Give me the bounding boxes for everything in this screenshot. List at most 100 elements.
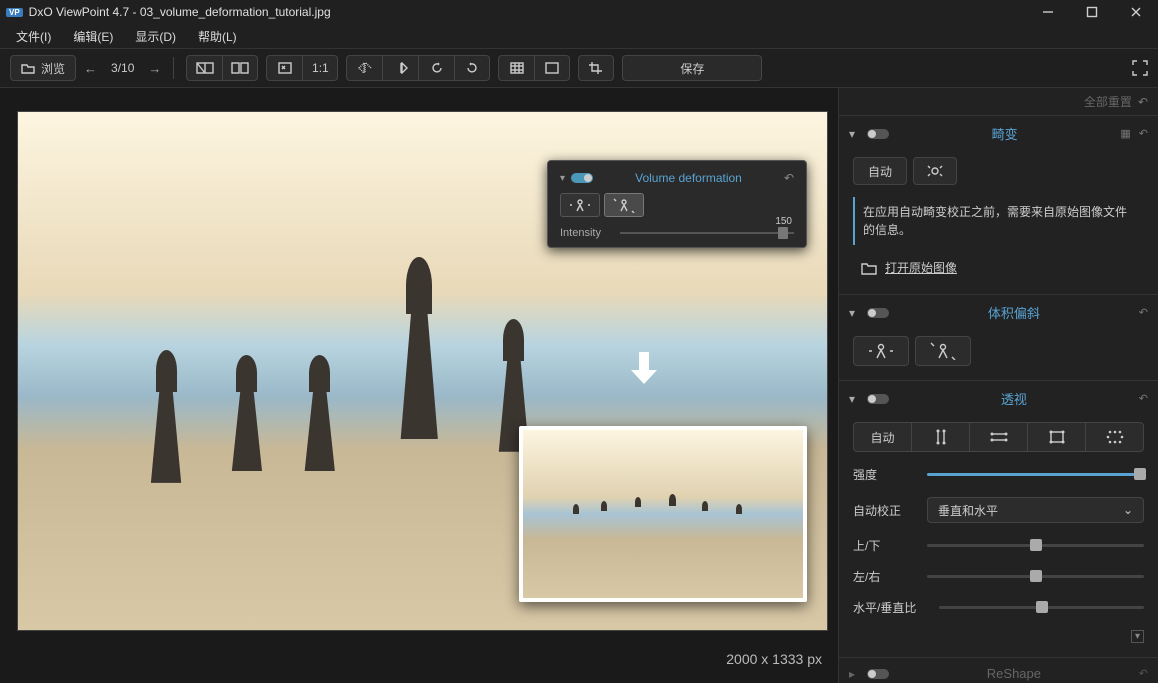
side-icon <box>231 62 249 74</box>
intensity-label: 强度 <box>853 466 913 483</box>
chevron-down-icon[interactable]: ▾ <box>849 392 859 406</box>
flip-h-icon <box>358 62 372 74</box>
distortion-auto-button[interactable]: 自动 <box>853 157 907 185</box>
volume-mode-h-button[interactable] <box>853 336 909 366</box>
main-image: ▾ Volume deformation ↶ Intensity 150 <box>17 111 828 631</box>
chevron-down-icon[interactable]: ▾ <box>849 306 859 320</box>
open-original-link[interactable]: 打开原始图像 <box>853 255 1144 280</box>
chevron-down-icon[interactable]: ▾ <box>849 127 859 141</box>
zoom-100-button[interactable]: 1:1 <box>302 55 338 81</box>
rotate-cw-button[interactable] <box>454 55 490 81</box>
volume-mode-horizontal-button[interactable] <box>560 193 600 217</box>
expand-icon[interactable]: ▾ <box>1131 630 1144 643</box>
save-label: 保存 <box>680 60 704 77</box>
result-preview-inset <box>519 426 807 602</box>
reshape-toggle[interactable] <box>867 669 889 679</box>
reset-icon[interactable]: ↶ <box>1139 667 1148 680</box>
compare-split-button[interactable] <box>186 55 222 81</box>
reset-all-button[interactable]: 全部重置 <box>1084 93 1132 110</box>
section-perspective: ▾ 透视 ↶ 自动 强度 自动校正 <box>839 381 1158 658</box>
perspective-8point-button[interactable] <box>1085 422 1144 452</box>
overlay-toggle[interactable] <box>571 173 593 183</box>
volume-mode-diagonal-button[interactable] <box>604 193 644 217</box>
perspective-rectangle-button[interactable] <box>1027 422 1085 452</box>
chevron-right-icon[interactable]: ▸ <box>849 667 859 681</box>
menu-view[interactable]: 显示(D) <box>131 26 180 47</box>
distortion-toggle[interactable] <box>867 129 889 139</box>
compare-side-button[interactable] <box>222 55 258 81</box>
rect-icon <box>1048 429 1066 445</box>
grid-button[interactable] <box>498 55 534 81</box>
volume-mode-d-button[interactable] <box>915 336 971 366</box>
undo-icon[interactable]: ↶ <box>1138 95 1148 109</box>
slider-thumb[interactable] <box>1030 539 1042 551</box>
intensity-label: Intensity <box>560 227 610 239</box>
perspective-horizontal-button[interactable] <box>969 422 1027 452</box>
fullscreen-button[interactable] <box>1132 60 1148 76</box>
left-right-label: 左/右 <box>853 568 913 585</box>
perspective-auto-button[interactable]: 自动 <box>853 422 911 452</box>
chevron-down-icon[interactable]: ▾ <box>560 173 565 184</box>
rotate-ccw-icon <box>430 62 444 74</box>
section-title-reshape: ReShape <box>897 666 1131 681</box>
section-distortion: ▾ 畸变 ▦ ↶ 自动 在应用自动畸变校正之前，需要来自原始图像文件的信息。 打开… <box>839 116 1158 295</box>
crop-button[interactable] <box>578 55 614 81</box>
grid-icon <box>510 62 524 74</box>
minimize-button[interactable] <box>1026 0 1070 24</box>
menu-edit[interactable]: 编辑(E) <box>69 26 117 47</box>
volume-toggle[interactable] <box>867 308 889 318</box>
folder-icon <box>861 261 877 275</box>
left-right-slider[interactable] <box>927 575 1144 578</box>
section-title-volume: 体积偏斜 <box>897 303 1131 322</box>
flip-v-button[interactable] <box>382 55 418 81</box>
flip-h-button[interactable] <box>346 55 382 81</box>
overlay-intensity-slider[interactable]: 150 <box>620 232 794 234</box>
person-arrows-d-icon <box>612 197 636 213</box>
distortion-manual-button[interactable] <box>913 157 957 185</box>
distortion-info-text: 在应用自动畸变校正之前，需要来自原始图像文件的信息。 <box>853 197 1144 245</box>
chevron-down-icon: ⌄ <box>1123 503 1133 517</box>
up-down-slider[interactable] <box>927 544 1144 547</box>
sliders-icon <box>926 164 944 178</box>
guides-icon <box>545 62 559 74</box>
reset-icon[interactable]: ↶ <box>1139 127 1148 140</box>
auto-label: 自动 <box>870 429 894 446</box>
folder-icon <box>21 62 35 74</box>
slider-thumb[interactable] <box>1036 601 1048 613</box>
ratio-label: 1:1 <box>312 61 329 75</box>
hv-ratio-slider[interactable] <box>939 606 1144 609</box>
menu-help[interactable]: 帮助(L) <box>194 26 241 47</box>
app-badge: VP <box>6 8 23 17</box>
guides-button[interactable] <box>534 55 570 81</box>
browse-button[interactable]: 浏览 <box>10 55 76 81</box>
up-down-label: 上/下 <box>853 537 913 554</box>
fit-button[interactable] <box>266 55 302 81</box>
undo-icon[interactable]: ↶ <box>784 171 794 185</box>
section-volume: ▾ 体积偏斜 ↶ <box>839 295 1158 381</box>
preset-icon[interactable]: ▦ <box>1120 127 1130 140</box>
perspective-toggle[interactable] <box>867 394 889 404</box>
menu-file[interactable]: 文件(I) <box>12 26 55 47</box>
intensity-slider[interactable] <box>927 473 1144 476</box>
image-viewer[interactable]: ▾ Volume deformation ↶ Intensity 150 <box>0 88 838 683</box>
nav-next-button[interactable]: → <box>148 61 161 76</box>
auto-correct-select[interactable]: 垂直和水平 ⌄ <box>927 497 1144 523</box>
close-button[interactable] <box>1114 0 1158 24</box>
fit-icon <box>278 62 292 74</box>
rotate-cw-icon <box>465 62 479 74</box>
maximize-button[interactable] <box>1070 0 1114 24</box>
flip-v-icon <box>394 62 408 74</box>
slider-thumb[interactable] <box>1134 468 1146 480</box>
crop-icon <box>589 62 603 74</box>
open-original-label: 打开原始图像 <box>885 259 957 276</box>
arrow-down-icon <box>629 350 659 386</box>
rotate-ccw-button[interactable] <box>418 55 454 81</box>
slider-thumb[interactable] <box>1030 570 1042 582</box>
section-title-distortion: 畸变 <box>897 124 1112 143</box>
nav-prev-button[interactable]: ← <box>84 61 97 76</box>
intensity-value: 150 <box>775 216 792 227</box>
perspective-vertical-button[interactable] <box>911 422 969 452</box>
save-button[interactable]: 保存 <box>622 55 762 81</box>
reset-icon[interactable]: ↶ <box>1139 392 1148 405</box>
reset-icon[interactable]: ↶ <box>1139 306 1148 319</box>
